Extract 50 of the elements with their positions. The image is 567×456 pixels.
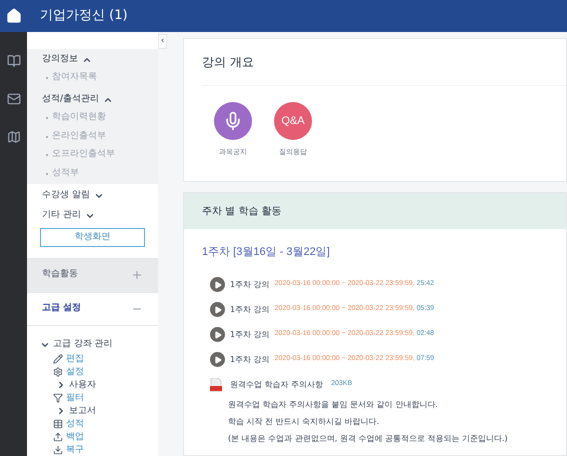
tree-item[interactable]: 보고서: [69, 404, 96, 418]
mail-icon[interactable]: [6, 92, 20, 106]
weekly-title: 주차 별 학습 활동: [202, 204, 282, 218]
qa-badge[interactable]: Q&A: [274, 102, 312, 140]
tree-link[interactable]: 백업: [66, 430, 84, 444]
section-title[interactable]: 강의정보: [42, 52, 78, 66]
tree-item-icon: [53, 432, 63, 442]
play-icon[interactable]: [210, 277, 225, 292]
lecture-link[interactable]: 1주차 강의: [230, 278, 270, 290]
tree-link[interactable]: 편집: [66, 352, 84, 366]
map-icon[interactable]: [6, 130, 20, 144]
book-icon[interactable]: [6, 54, 20, 68]
section-title[interactable]: 성적/출석관리: [42, 92, 100, 106]
home-icon[interactable]: [6, 8, 22, 24]
notice-text: (본 내용은 수업과 관련없으며, 원격 수업에 공통적으로 적용되는 기준입니다.): [228, 432, 509, 444]
tree-item-icon: [53, 367, 63, 378]
tree-title[interactable]: 고급 강좌 관리: [53, 338, 113, 352]
student-view-button[interactable]: 학생화면: [40, 228, 145, 248]
tree-link[interactable]: 설정: [66, 366, 84, 380]
caret-icon[interactable]: [56, 406, 66, 416]
tree-item[interactable]: 사용자: [69, 378, 96, 392]
play-icon[interactable]: [210, 327, 225, 342]
lecture-link[interactable]: 1주차 강의: [230, 328, 270, 340]
menu-title[interactable]: 기타 관리: [42, 208, 81, 222]
tree-item-icon: [53, 419, 63, 430]
file-link[interactable]: 원격수업 학습자 주의사항: [230, 378, 324, 390]
tree-item-icon: [53, 354, 63, 364]
tree-link[interactable]: 성적: [66, 418, 84, 432]
week-title[interactable]: 1주차 [3월16일 - 3월22일]: [202, 244, 566, 260]
notice-text: 원격수업 학습자 주의사항을 붙임 문서와 같이 안내합니다.: [228, 398, 439, 410]
block-header[interactable]: 고급 설정: [27, 292, 158, 326]
block-title: 학습활동: [42, 268, 78, 282]
block-title: 고급 설정: [42, 302, 82, 316]
tree-item-icon: [53, 445, 63, 456]
lecture-link[interactable]: 1주차 강의: [230, 354, 270, 366]
play-icon[interactable]: [210, 352, 225, 367]
tree-link[interactable]: 필터: [66, 392, 84, 406]
block-header[interactable]: 학습활동: [27, 258, 158, 293]
microphone-badge[interactable]: [214, 102, 252, 140]
caret-icon[interactable]: [56, 380, 66, 390]
menu-title[interactable]: 수강생 알림: [42, 189, 90, 203]
course-title: 기업가정신 (1): [40, 7, 128, 26]
tree-link[interactable]: 복구: [66, 444, 84, 456]
notice-text: 학습 시작 전 반드시 숙지하시길 바랍니다.: [228, 416, 380, 428]
lecture-link[interactable]: 1주차 강의: [230, 304, 270, 316]
play-icon[interactable]: [210, 302, 225, 317]
card-title: 강의 개요: [202, 53, 566, 86]
collapse-tab[interactable]: ‹: [158, 34, 167, 49]
tree-item-icon: [53, 393, 63, 404]
pdf-file-icon: [210, 378, 222, 392]
